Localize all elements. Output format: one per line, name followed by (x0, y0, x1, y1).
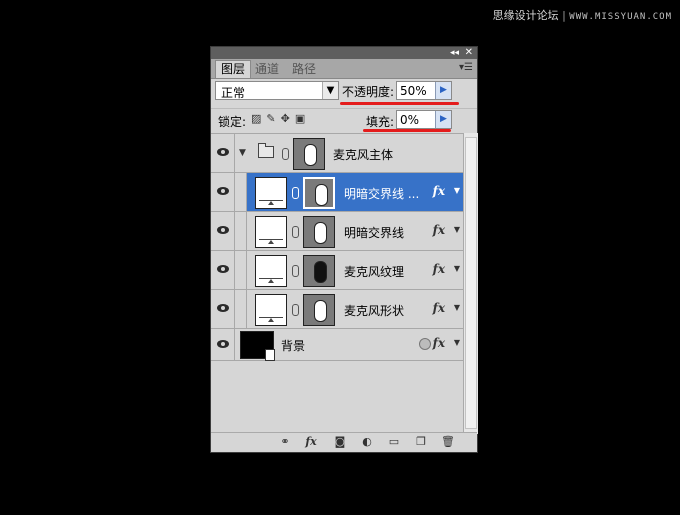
eye-icon[interactable] (217, 187, 229, 195)
chain-link-icon[interactable] (292, 226, 299, 238)
layer-thumbnail[interactable] (255, 255, 287, 287)
document-icon (265, 349, 275, 361)
tab-paths[interactable]: 路径 (287, 61, 321, 78)
blend-mode-value: 正常 (221, 86, 246, 100)
layer-row-background[interactable]: 背景 fx ▼ (211, 329, 463, 361)
panel-menu-icon[interactable]: ▾☰ (459, 62, 473, 73)
expand-effects-icon[interactable]: ▼ (454, 264, 460, 273)
layer-thumbnail[interactable] (255, 177, 287, 209)
new-adjustment-icon[interactable]: ◐ (359, 435, 375, 448)
new-group-icon[interactable]: ▭ (386, 435, 402, 448)
lock-icons[interactable]: ▨✎✥▣ (251, 112, 310, 125)
layers-panel: ◂◂ ✕ 图层 通道 路径 ▾☰ 正常 ▼ 不透明度: 50% ▶ 锁定: ▨✎… (210, 46, 478, 453)
watermark: 思缘设计论坛 | WWW.MISSYUAN.COM (493, 7, 672, 23)
layer-row[interactable]: 麦克风纹理 fx ▼ (211, 251, 463, 290)
scrollbar-thumb[interactable] (465, 137, 477, 429)
link-layers-icon[interactable]: ⚭ (277, 435, 293, 448)
eye-icon[interactable] (217, 340, 229, 348)
lock-paint-icon[interactable]: ✎ (266, 112, 280, 125)
add-mask-icon[interactable]: ◙ (332, 435, 348, 448)
lock-all-icon[interactable]: ▣ (295, 112, 310, 125)
expand-effects-icon[interactable]: ▼ (454, 303, 460, 312)
layer-thumbnail[interactable] (255, 294, 287, 326)
fx-icon[interactable]: fx (433, 184, 445, 198)
fill-slider-arrow-icon[interactable]: ▶ (435, 111, 451, 128)
red-underline-opacity (340, 102, 459, 105)
panel-titlebar: ◂◂ ✕ (211, 47, 477, 59)
blend-mode-select[interactable]: 正常 ▼ (215, 81, 339, 100)
layer-name: 明暗交界线 (344, 226, 405, 240)
watermark-separator: | (562, 9, 566, 22)
panel-tabs: 图层 通道 路径 ▾☰ (211, 59, 477, 79)
chain-link-icon[interactable] (292, 187, 299, 199)
layer-mask-thumbnail[interactable] (293, 138, 325, 170)
fx-icon[interactable]: fx (433, 262, 445, 276)
expand-effects-icon[interactable]: ▼ (454, 338, 460, 347)
selected-highlight: 明暗交界线 ... fx ▼ (247, 173, 463, 211)
layer-mask-thumbnail[interactable] (303, 177, 335, 209)
fill-label: 填充: (366, 115, 395, 129)
layers-list: ▼ 麦克风主体 明暗交界线 ... fx ▼ 明暗交界线 fx ▼ 麦克风纹理 … (211, 133, 463, 435)
layer-name: 麦克风纹理 (344, 265, 405, 279)
layer-thumbnail[interactable] (255, 216, 287, 248)
lock-transparent-icon[interactable]: ▨ (251, 112, 266, 125)
layer-mask-thumbnail[interactable] (303, 294, 335, 326)
layer-row[interactable]: 明暗交界线 fx ▼ (211, 212, 463, 251)
fill-field[interactable]: 0% ▶ (396, 110, 452, 129)
layer-mask-thumbnail[interactable] (303, 216, 335, 248)
chain-link-icon[interactable] (282, 148, 289, 160)
eye-icon[interactable] (217, 304, 229, 312)
layers-scrollbar[interactable] (463, 133, 478, 434)
expand-effects-icon[interactable]: ▼ (454, 186, 460, 195)
chevron-down-icon[interactable]: ▼ (322, 82, 338, 99)
close-icon[interactable]: ✕ (465, 47, 473, 59)
red-underline-fill (363, 129, 451, 132)
fill-value: 0% (400, 113, 420, 127)
lock-move-icon[interactable]: ✥ (281, 112, 295, 125)
tab-channels[interactable]: 通道 (250, 61, 284, 78)
trash-icon[interactable]: 🗑 (440, 435, 456, 448)
lock-label: 锁定: (218, 115, 247, 129)
lock-icon (419, 338, 431, 350)
eye-icon[interactable] (217, 148, 229, 156)
chain-link-icon[interactable] (292, 265, 299, 277)
layer-mask-thumbnail[interactable] (303, 255, 335, 287)
layer-row-group[interactable]: ▼ 麦克风主体 (211, 134, 463, 173)
layers-bottom-toolbar: ⚭ fx ◙ ◐ ▭ ❐ 🗑 (211, 432, 477, 452)
watermark-text: 思缘设计论坛 (492, 9, 559, 22)
opacity-slider-arrow-icon[interactable]: ▶ (435, 82, 451, 99)
layer-row[interactable]: 麦克风形状 fx ▼ (211, 290, 463, 329)
layer-name: 明暗交界线 ... (344, 187, 420, 201)
layer-thumbnail[interactable] (240, 331, 275, 361)
layer-row-selected[interactable]: 明暗交界线 ... fx ▼ (211, 173, 463, 212)
fx-icon[interactable]: fx (433, 336, 445, 350)
divider (211, 108, 477, 109)
layer-name: 麦克风形状 (344, 304, 405, 318)
fx-icon[interactable]: fx (433, 301, 445, 315)
opacity-field[interactable]: 50% ▶ (396, 81, 452, 100)
eye-icon[interactable] (217, 226, 229, 234)
expand-triangle-icon[interactable]: ▼ (239, 148, 246, 158)
expand-effects-icon[interactable]: ▼ (454, 225, 460, 234)
fx-icon[interactable]: fx (433, 223, 445, 237)
layer-name: 麦克风主体 (333, 148, 394, 162)
opacity-value: 50% (400, 84, 427, 98)
opacity-label: 不透明度: (342, 85, 395, 99)
add-style-icon[interactable]: fx (303, 435, 319, 448)
collapse-icon[interactable]: ◂◂ (450, 47, 459, 59)
eye-icon[interactable] (217, 265, 229, 273)
watermark-site: WWW.MISSYUAN.COM (569, 12, 672, 22)
new-layer-icon[interactable]: ❐ (413, 435, 429, 448)
folder-icon (258, 143, 274, 158)
layer-name: 背景 (281, 339, 306, 353)
chain-link-icon[interactable] (292, 304, 299, 316)
tab-layers[interactable]: 图层 (215, 60, 252, 78)
